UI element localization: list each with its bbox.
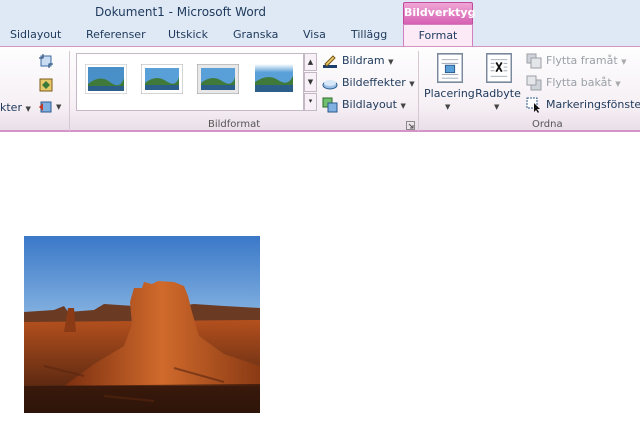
context-tab-header: Bildverktyg (403, 2, 475, 24)
window-title: Dokument1 - Microsoft Word (95, 5, 267, 19)
group-label-ordna: Ordna (532, 119, 563, 130)
bildram-label: Bildram (342, 54, 385, 67)
gallery-scroll-up-button[interactable]: ▲ (304, 53, 317, 71)
picture-effects-icon (322, 80, 338, 90)
tab-row: Sidlayout Referenser Utskick Granska Vis… (0, 24, 640, 48)
picture-style-thumb[interactable] (141, 64, 183, 94)
picture-styles-gallery (76, 53, 304, 111)
selection-pane-icon (526, 97, 540, 113)
chevron-down-icon: ▼ (388, 58, 394, 66)
gallery-more-button[interactable]: ▾ (304, 93, 317, 111)
chevron-down-icon: ▼ (409, 80, 415, 88)
ribbon: kter ▼ ▼ ▲ ▼ ▾ Bildram ▼ Bildeffekter ▼ … (0, 46, 640, 132)
chevron-down-icon: ▼ (25, 105, 31, 113)
reset-picture-icon[interactable] (38, 99, 54, 115)
tab-referenser[interactable]: Referenser (86, 28, 146, 41)
crop-icon[interactable] (38, 53, 54, 69)
bildlayout-label: Bildlayout (342, 98, 397, 111)
bring-forward-icon (526, 53, 542, 69)
compress-pictures-icon[interactable] (38, 77, 54, 93)
tab-utskick[interactable]: Utskick (168, 28, 208, 41)
tab-format[interactable]: Format (403, 24, 473, 48)
picture-style-thumb[interactable] (197, 64, 239, 94)
gallery-scroll-down-button[interactable]: ▼ (304, 72, 317, 92)
partial-command-label[interactable]: kter ▼ (0, 101, 31, 114)
title-bar: Dokument1 - Microsoft Word Bildverktyg (0, 0, 640, 24)
pencil-frame-icon (323, 55, 337, 68)
chevron-down-icon: ▼ (615, 80, 621, 88)
document-canvas[interactable] (0, 134, 640, 427)
placering-button[interactable]: Placering ▼ (424, 51, 475, 115)
partial-command-text: kter (0, 101, 22, 114)
flytta-bakat-label: Flytta bakåt (546, 76, 612, 89)
chevron-down-icon: ▼ (621, 58, 627, 66)
tab-tillagg[interactable]: Tillägg (351, 28, 387, 41)
picture-style-thumb[interactable] (85, 64, 127, 94)
group-separator (69, 51, 70, 131)
tab-granska[interactable]: Granska (233, 28, 278, 41)
radbyte-label: Radbyte (475, 87, 521, 100)
flytta-framat-label: Flytta framåt (546, 54, 618, 67)
markeringsfonster-label: Markeringsfönster (546, 98, 640, 111)
chevron-down-icon: ▼ (494, 103, 500, 111)
dialog-launcher-icon[interactable] (406, 121, 415, 130)
tab-sidlayout[interactable]: Sidlayout (10, 28, 61, 41)
inserted-picture[interactable] (24, 236, 260, 413)
chevron-down-icon: ▼ (400, 102, 406, 110)
picture-style-thumb[interactable] (253, 64, 295, 94)
radbyte-button[interactable]: Radbyte ▼ (473, 51, 523, 115)
position-icon (437, 53, 463, 83)
send-backward-icon (526, 75, 542, 91)
text-wrapping-icon (486, 53, 512, 83)
picture-layout-icon (322, 97, 338, 113)
group-separator (418, 51, 419, 131)
tab-visa[interactable]: Visa (303, 28, 326, 41)
chevron-down-icon: ▼ (445, 103, 451, 111)
group-label-bildformat: Bildformat (208, 119, 261, 130)
placering-label: Placering (424, 87, 475, 100)
chevron-down-icon[interactable]: ▼ (56, 103, 61, 111)
bildeffekter-label: Bildeffekter (342, 76, 406, 89)
